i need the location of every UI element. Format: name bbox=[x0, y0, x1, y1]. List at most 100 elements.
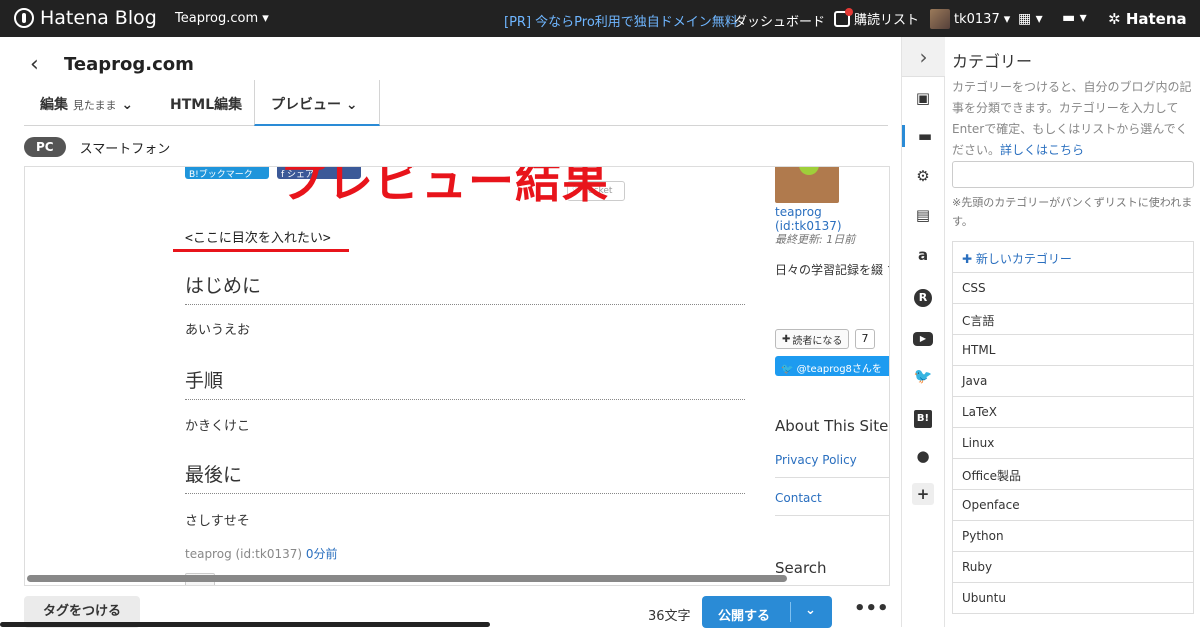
editor-tabs: 編集 見たまま ⌄ HTML編集 プレビュー ⌄ bbox=[24, 80, 888, 126]
entry-author[interactable]: teaprog (id:tk0137) bbox=[185, 547, 302, 561]
tool-strip: › ▣ ▬ ⚙ ▤ a R ▶ 🐦 B! ● + bbox=[901, 37, 945, 627]
apps-grid-icon[interactable]: ▦ ▾ bbox=[1018, 11, 1043, 27]
publish-label: 公開する bbox=[718, 609, 771, 624]
category-input[interactable] bbox=[952, 161, 1194, 188]
tab-preview-label: プレビュー bbox=[271, 97, 341, 113]
device-pc-button[interactable]: PC bbox=[24, 137, 66, 157]
profile-image bbox=[775, 167, 839, 203]
dashboard-link[interactable]: ダッシュボード bbox=[734, 11, 825, 30]
bookmark-icon-glyph: B! bbox=[914, 410, 932, 428]
blog-selector-label: Teaprog.com bbox=[175, 11, 259, 26]
list-item[interactable]: Linux bbox=[952, 428, 1194, 459]
category-list: ✚ 新しいカテゴリー CSS C言語 HTML Java LaTeX Linux… bbox=[952, 241, 1194, 614]
section-body: かきくけこ bbox=[185, 419, 251, 434]
sidebar-updated-value: 1日前 bbox=[826, 233, 856, 246]
follower-count: 7 bbox=[855, 329, 875, 349]
twitter-follow-label: @teaprog8さんを bbox=[796, 364, 882, 375]
hatena-logo-icon bbox=[14, 8, 34, 28]
category-panel: カテゴリー カテゴリーをつけると、自分のブログ内の記事を分類できます。カテゴリー… bbox=[946, 37, 1200, 627]
more-options-icon[interactable]: ••• bbox=[854, 598, 889, 619]
chevron-down-icon: ⌄ bbox=[345, 97, 358, 113]
overlay-annotation: プレビュー結果 bbox=[280, 166, 609, 208]
user-menu[interactable]: tk0137 ▾ bbox=[930, 9, 1010, 29]
list-item[interactable]: Openface bbox=[952, 490, 1194, 521]
category-panel-title: カテゴリー bbox=[952, 52, 1033, 71]
horizontal-scrollbar[interactable] bbox=[27, 575, 787, 582]
list-item[interactable]: Office製品 bbox=[952, 459, 1194, 490]
device-smartphone-button[interactable]: スマートフォン bbox=[80, 138, 171, 157]
entry-time[interactable]: 0分前 bbox=[306, 547, 338, 561]
section-body: あいうえお bbox=[185, 323, 251, 338]
youtube-icon[interactable]: ▶ bbox=[912, 325, 934, 347]
category-note: ※先頭のカテゴリーがパンくずリストに使われます。 bbox=[952, 196, 1193, 228]
twitter-icon[interactable]: 🐦 bbox=[912, 365, 934, 387]
list-item[interactable]: Ruby bbox=[952, 552, 1194, 583]
blog-selector[interactable]: Teaprog.com ▾ bbox=[175, 11, 269, 26]
tab-wysiwyg-sub: 見たまま bbox=[72, 99, 117, 112]
sidebar-updated-label: 最終更新: bbox=[775, 233, 823, 246]
r-icon-glyph: R bbox=[914, 289, 932, 307]
red-underline-annotation bbox=[173, 249, 349, 252]
comment-icon[interactable]: ▬ ▾ bbox=[1062, 10, 1087, 26]
image-icon[interactable]: ▣ bbox=[912, 87, 934, 109]
amazon-icon[interactable]: a bbox=[912, 244, 934, 266]
hatena-link[interactable]: ✲ Hatena bbox=[1108, 10, 1187, 28]
bookmark-icon[interactable]: B! bbox=[912, 405, 934, 428]
tab-html-edit[interactable]: HTML編集 bbox=[170, 80, 250, 126]
twitter-icon: 🐦 bbox=[781, 364, 794, 375]
section-heading: はじめに bbox=[185, 271, 745, 305]
tab-wysiwyg[interactable]: 編集 見たまま ⌄ bbox=[40, 80, 150, 126]
r-icon[interactable]: R bbox=[912, 285, 934, 307]
blog-title: Teaprog.com bbox=[64, 54, 194, 75]
about-heading: About This Site bbox=[775, 417, 889, 435]
collapse-panel-icon[interactable]: › bbox=[902, 37, 945, 77]
plus-icon[interactable]: + bbox=[912, 483, 934, 505]
twitter-follow-button[interactable]: 🐦 @teaprog8さんを bbox=[775, 356, 889, 376]
hatena-label: Hatena bbox=[1125, 10, 1187, 28]
reading-list-link[interactable]: 購読リスト bbox=[834, 7, 920, 28]
list-item[interactable]: HTML bbox=[952, 335, 1194, 366]
contact-link[interactable]: Contact bbox=[775, 491, 889, 516]
document-icon[interactable]: ▤ bbox=[912, 204, 934, 226]
list-item[interactable]: Ubuntu bbox=[952, 583, 1194, 614]
footer-shadow bbox=[0, 622, 490, 627]
tab-preview[interactable]: プレビュー ⌄ bbox=[254, 80, 380, 126]
folder-icon[interactable]: ▬ bbox=[902, 125, 945, 147]
plus-icon-glyph: + bbox=[912, 483, 934, 505]
gear-icon[interactable]: ⚙ bbox=[912, 165, 934, 187]
chevron-down-icon: ⌄ bbox=[121, 97, 134, 113]
back-arrow-icon[interactable]: ‹ bbox=[30, 52, 39, 77]
character-count: 36文字 bbox=[648, 609, 691, 624]
chevron-down-icon[interactable]: ⌄ bbox=[805, 603, 816, 618]
publish-button[interactable]: 公開する ⌄ bbox=[702, 596, 832, 628]
new-category-button[interactable]: ✚ 新しいカテゴリー bbox=[952, 242, 1194, 273]
tab-wysiwyg-label: 編集 bbox=[40, 97, 68, 113]
list-item[interactable]: Java bbox=[952, 366, 1194, 397]
new-category-label: 新しいカテゴリー bbox=[975, 252, 1072, 266]
github-icon[interactable]: ● bbox=[912, 445, 934, 467]
profile-image-detail bbox=[799, 167, 819, 175]
section-heading: 手順 bbox=[185, 366, 745, 400]
list-item[interactable]: Python bbox=[952, 521, 1194, 552]
list-item[interactable]: LaTeX bbox=[952, 397, 1194, 428]
section-heading: 最後に bbox=[185, 460, 745, 494]
privacy-policy-link[interactable]: Privacy Policy bbox=[775, 453, 889, 478]
reading-list-label: 購読リスト bbox=[854, 13, 920, 28]
follow-button[interactable]: ✚ 読者になる bbox=[775, 329, 850, 349]
sidebar-author[interactable]: teaprog (id:tk0137) bbox=[775, 205, 889, 233]
section-body: さしすせそ bbox=[185, 514, 250, 529]
publish-divider bbox=[790, 602, 791, 622]
category-description: カテゴリーをつけると、自分のブログ内の記事を分類できます。カテゴリーを入力してE… bbox=[952, 77, 1196, 161]
preview-frame[interactable]: B!ブックマーク f シェア ♡ Pocket プレビュー結果 <ここに目次を入… bbox=[24, 166, 890, 586]
hatena-blog-logo[interactable]: Hatena Blog bbox=[14, 7, 157, 29]
list-item[interactable]: C言語 bbox=[952, 304, 1194, 335]
user-name: tk0137 bbox=[954, 11, 1000, 27]
details-link[interactable]: 詳しくはこちら bbox=[1000, 143, 1084, 157]
global-header: Hatena Blog Teaprog.com ▾ [PR] 今ならPro利用で… bbox=[0, 0, 1200, 37]
pro-promo-link[interactable]: [PR] 今ならPro利用で独自ドメイン無料 bbox=[504, 11, 738, 30]
bookmark-share-button[interactable]: B!ブックマーク bbox=[185, 167, 269, 180]
toc-placeholder-text: <ここに目次を入れたい> bbox=[185, 231, 331, 246]
list-item[interactable]: CSS bbox=[952, 273, 1194, 304]
hatena-star-icon: ✲ bbox=[1108, 10, 1121, 28]
plus-icon: ✚ bbox=[962, 252, 973, 266]
